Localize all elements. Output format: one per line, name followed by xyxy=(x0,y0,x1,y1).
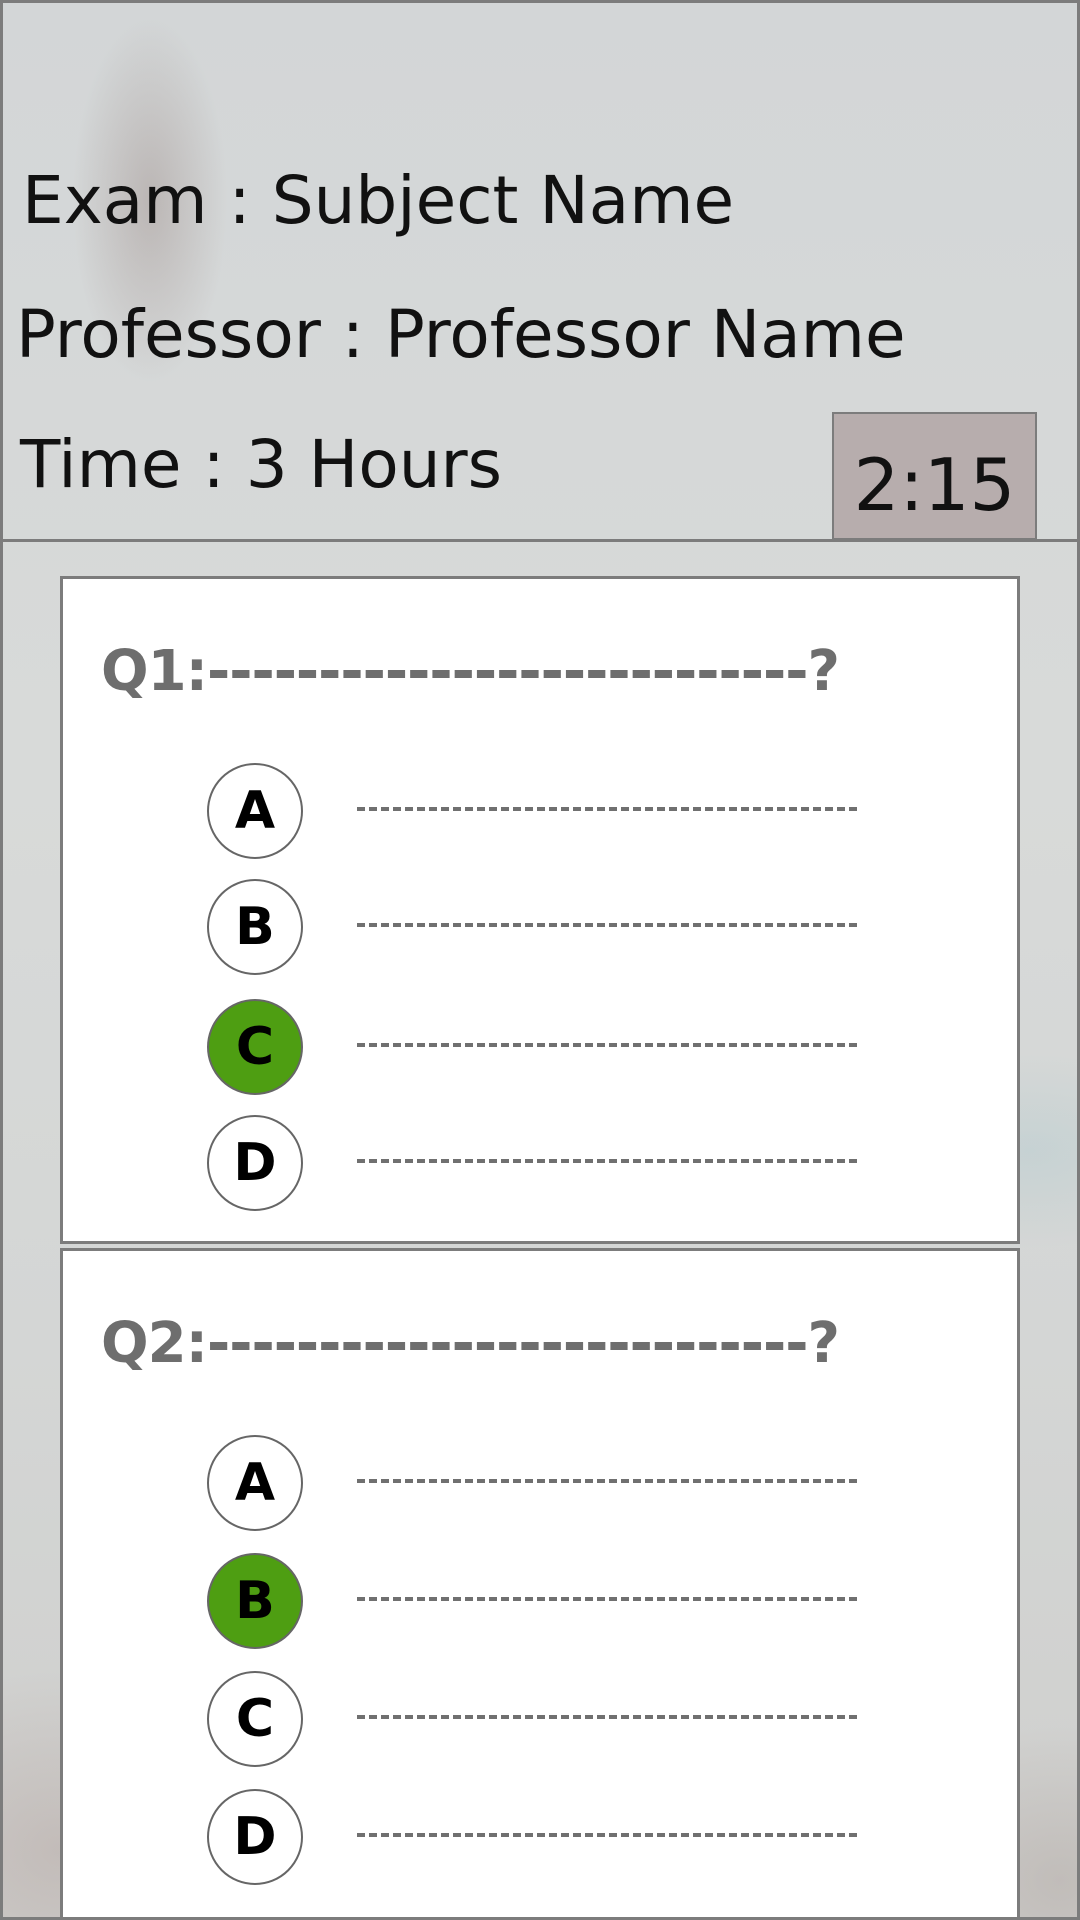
answer-blank xyxy=(357,1715,857,1719)
answer-blank xyxy=(357,923,857,927)
answer-blank xyxy=(357,1043,857,1047)
option-c[interactable]: C xyxy=(207,1671,907,1767)
exam-subject-label: Exam : Subject Name xyxy=(22,162,735,239)
countdown-timer: 2:15 xyxy=(832,412,1037,540)
option-bubble-selected[interactable]: C xyxy=(207,999,303,1095)
question-title: Q1:---------------------------? xyxy=(101,639,840,704)
time-label: Time : 3 Hours xyxy=(20,426,503,503)
exam-header: Exam : Subject Name Professor : Professo… xyxy=(0,0,1080,542)
option-b[interactable]: B xyxy=(207,1553,907,1649)
option-b[interactable]: B xyxy=(207,879,907,975)
option-d[interactable]: D xyxy=(207,1789,907,1885)
option-c[interactable]: C xyxy=(207,999,907,1095)
professor-label: Professor : Professor Name xyxy=(16,296,906,373)
question-card-1: Q1:---------------------------? A B C D xyxy=(60,576,1020,1244)
answer-blank xyxy=(357,1833,857,1837)
option-d[interactable]: D xyxy=(207,1115,907,1211)
option-a[interactable]: A xyxy=(207,1435,907,1531)
question-title: Q2:---------------------------? xyxy=(101,1311,840,1376)
option-bubble[interactable]: C xyxy=(207,1671,303,1767)
option-bubble[interactable]: D xyxy=(207,1115,303,1211)
question-card-2: Q2:---------------------------? A B C D xyxy=(60,1248,1020,1920)
answer-blank xyxy=(357,1479,857,1483)
option-bubble[interactable]: A xyxy=(207,1435,303,1531)
answer-blank xyxy=(357,807,857,811)
option-bubble-selected[interactable]: B xyxy=(207,1553,303,1649)
answer-blank xyxy=(357,1159,857,1163)
option-bubble[interactable]: A xyxy=(207,763,303,859)
option-bubble[interactable]: D xyxy=(207,1789,303,1885)
option-bubble[interactable]: B xyxy=(207,879,303,975)
answer-blank xyxy=(357,1597,857,1601)
option-a[interactable]: A xyxy=(207,763,907,859)
